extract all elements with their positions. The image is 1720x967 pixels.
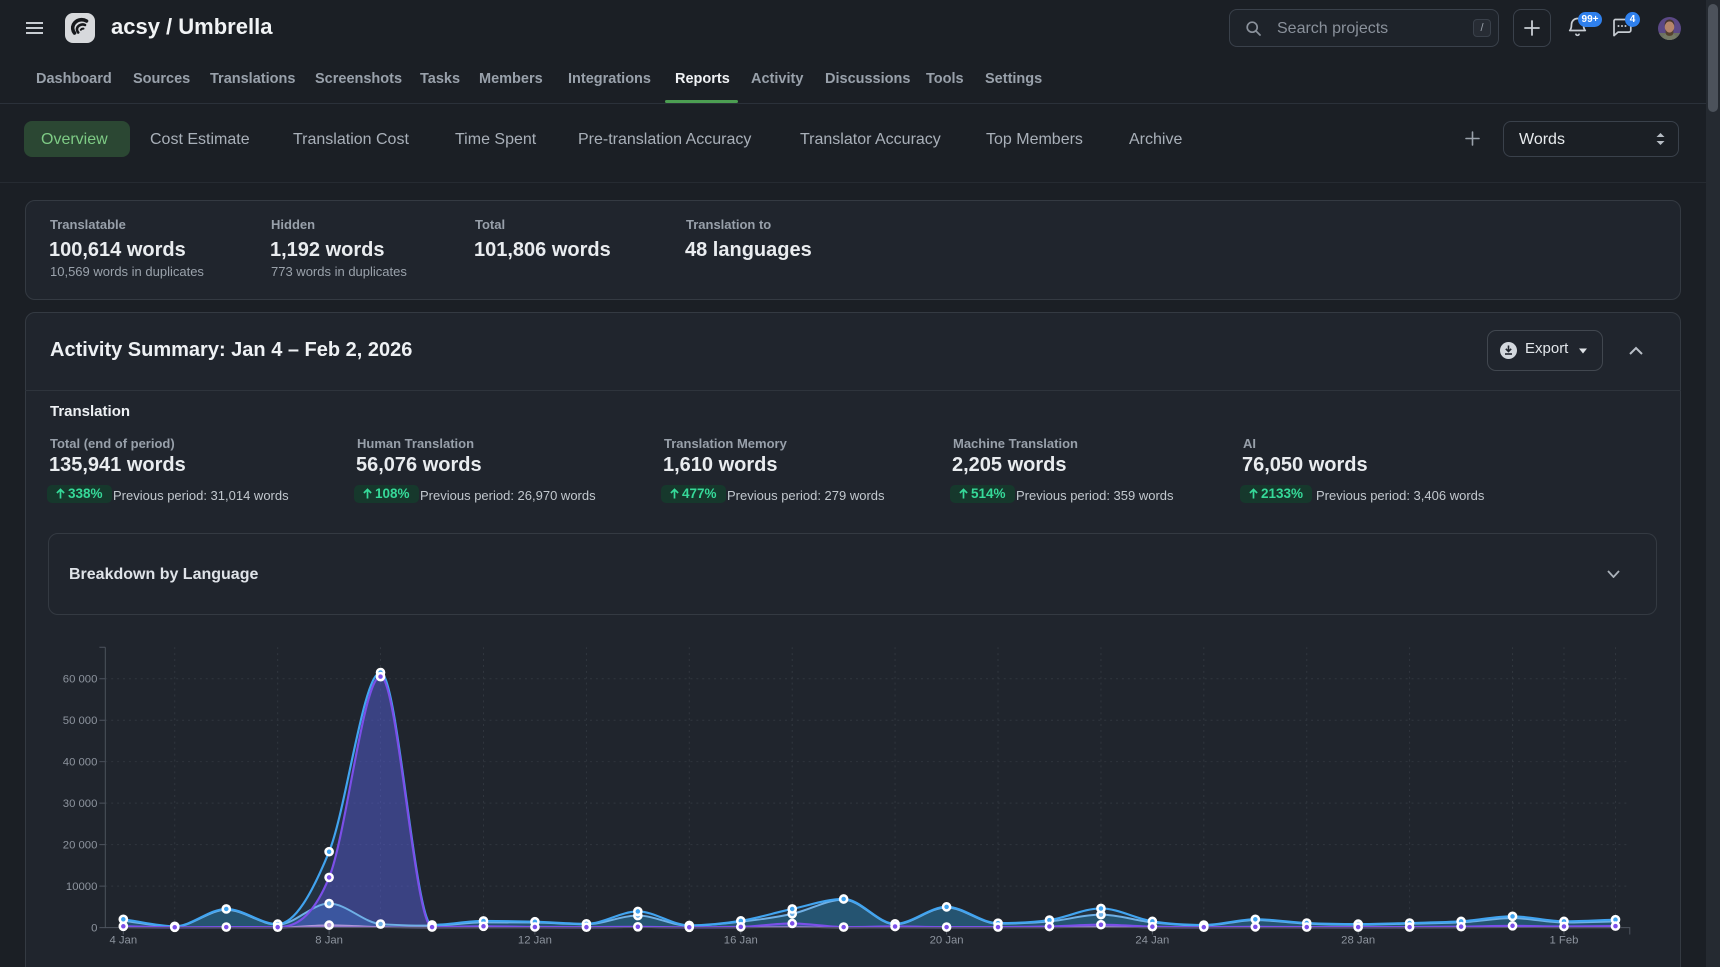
svg-text:4 Jan: 4 Jan [109, 935, 137, 947]
svg-text:0: 0 [91, 923, 97, 935]
svg-text:28 Jan: 28 Jan [1341, 935, 1375, 947]
svg-text:1 Feb: 1 Feb [1549, 935, 1578, 947]
svg-text:24 Jan: 24 Jan [1135, 935, 1169, 947]
svg-text:12 Jan: 12 Jan [518, 935, 552, 947]
svg-text:20 000: 20 000 [63, 840, 98, 852]
svg-text:40 000: 40 000 [63, 757, 98, 769]
svg-text:16 Jan: 16 Jan [724, 935, 758, 947]
svg-text:20 Jan: 20 Jan [930, 935, 964, 947]
svg-text:30 000: 30 000 [63, 798, 98, 810]
svg-text:50 000: 50 000 [63, 715, 98, 727]
svg-text:60 000: 60 000 [63, 674, 98, 686]
svg-text:8 Jan: 8 Jan [315, 935, 343, 947]
svg-text:10000: 10000 [66, 881, 97, 893]
